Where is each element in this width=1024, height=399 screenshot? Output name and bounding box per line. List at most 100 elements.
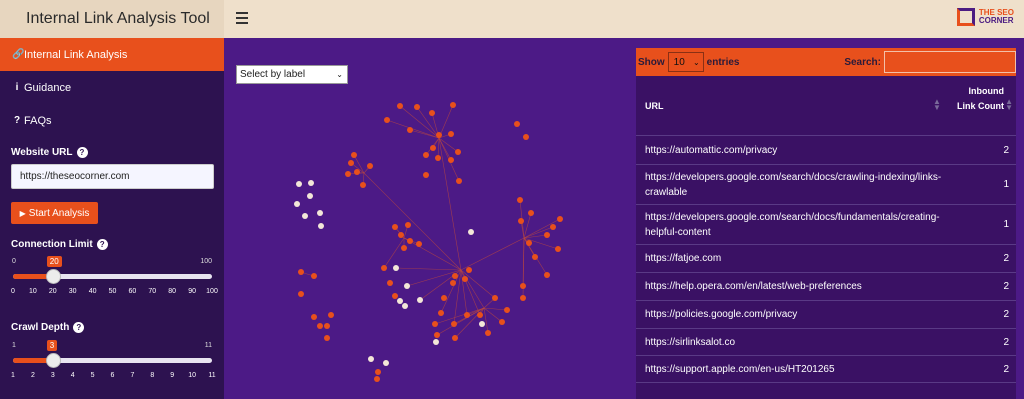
graph-node[interactable] bbox=[294, 201, 300, 207]
crawl-depth-slider[interactable]: 1 11 3 1 2 3 4 5 6 7 8 9 10 11 bbox=[11, 340, 216, 392]
table-row[interactable]: https://help.opera.com/en/latest/web-pre… bbox=[636, 273, 1016, 301]
graph-node[interactable] bbox=[456, 178, 462, 184]
help-icon[interactable]: ? bbox=[76, 147, 88, 158]
graph-node[interactable] bbox=[544, 272, 550, 278]
graph-node[interactable] bbox=[528, 210, 534, 216]
graph-node[interactable] bbox=[479, 321, 485, 327]
graph-node[interactable] bbox=[555, 246, 561, 252]
graph-node[interactable] bbox=[387, 280, 393, 286]
graph-node[interactable] bbox=[298, 291, 304, 297]
graph-node[interactable] bbox=[351, 152, 357, 158]
table-row[interactable]: https://automattic.com/privacy 2 bbox=[636, 136, 1016, 165]
graph-node[interactable] bbox=[477, 312, 483, 318]
graph-node[interactable] bbox=[433, 339, 439, 345]
graph-node[interactable] bbox=[407, 127, 413, 133]
graph-node[interactable] bbox=[354, 169, 360, 175]
graph-node[interactable] bbox=[517, 197, 523, 203]
table-row[interactable]: https://developers.google.com/search/doc… bbox=[636, 165, 1016, 205]
help-icon[interactable]: ? bbox=[73, 322, 85, 333]
table-row[interactable]: https://support.apple.com/en-us/HT201265… bbox=[636, 356, 1016, 383]
graph-node[interactable] bbox=[423, 172, 429, 178]
graph-node[interactable] bbox=[452, 335, 458, 341]
graph-node[interactable] bbox=[532, 254, 538, 260]
search-input[interactable] bbox=[884, 51, 1016, 73]
graph-node[interactable] bbox=[383, 360, 389, 366]
graph-node[interactable] bbox=[407, 238, 413, 244]
hamburger-icon[interactable] bbox=[236, 12, 248, 24]
graph-node[interactable] bbox=[434, 332, 440, 338]
graph-node[interactable] bbox=[468, 229, 474, 235]
network-graph[interactable] bbox=[224, 38, 636, 399]
graph-node[interactable] bbox=[374, 376, 380, 382]
graph-node[interactable] bbox=[450, 102, 456, 108]
graph-node[interactable] bbox=[402, 303, 408, 309]
graph-node[interactable] bbox=[308, 180, 314, 186]
graph-node[interactable] bbox=[520, 283, 526, 289]
graph-node[interactable] bbox=[401, 245, 407, 251]
graph-node[interactable] bbox=[441, 295, 447, 301]
sidebar-item-guidance[interactable]: i Guidance bbox=[0, 71, 224, 104]
graph-node[interactable] bbox=[518, 218, 524, 224]
graph-node[interactable] bbox=[514, 121, 520, 127]
graph-node[interactable] bbox=[557, 216, 563, 222]
graph-node[interactable] bbox=[432, 321, 438, 327]
graph-node[interactable] bbox=[360, 182, 366, 188]
graph-node[interactable] bbox=[466, 267, 472, 273]
graph-node[interactable] bbox=[430, 145, 436, 151]
graph-node[interactable] bbox=[414, 104, 420, 110]
graph-node[interactable] bbox=[435, 155, 441, 161]
graph-node[interactable] bbox=[416, 241, 422, 247]
graph-node[interactable] bbox=[397, 103, 403, 109]
graph-node[interactable] bbox=[448, 157, 454, 163]
sort-icon[interactable]: ▲ ▼ bbox=[1005, 98, 1013, 112]
select-by-label-dropdown[interactable]: Select by label ⌄ bbox=[236, 65, 348, 84]
graph-node[interactable] bbox=[398, 232, 404, 238]
graph-node[interactable] bbox=[367, 163, 373, 169]
graph-node[interactable] bbox=[462, 276, 468, 282]
graph-node[interactable] bbox=[393, 265, 399, 271]
graph-node[interactable] bbox=[438, 310, 444, 316]
table-row[interactable]: https://sirlinksalot.co 2 bbox=[636, 329, 1016, 356]
graph-node[interactable] bbox=[504, 307, 510, 313]
graph-node[interactable] bbox=[368, 356, 374, 362]
graph-node[interactable] bbox=[298, 269, 304, 275]
graph-node[interactable] bbox=[436, 132, 442, 138]
graph-node[interactable] bbox=[405, 222, 411, 228]
entries-select[interactable]: 10 ⌄ bbox=[667, 52, 704, 72]
graph-node[interactable] bbox=[451, 321, 457, 327]
graph-node[interactable] bbox=[392, 293, 398, 299]
graph-node[interactable] bbox=[452, 273, 458, 279]
graph-node[interactable] bbox=[417, 297, 423, 303]
graph-node[interactable] bbox=[311, 314, 317, 320]
graph-node[interactable] bbox=[296, 181, 302, 187]
graph-node[interactable] bbox=[384, 117, 390, 123]
graph-node[interactable] bbox=[317, 210, 323, 216]
graph-node[interactable] bbox=[381, 265, 387, 271]
help-icon[interactable]: ? bbox=[96, 239, 108, 250]
graph-node[interactable] bbox=[448, 131, 454, 137]
graph-node[interactable] bbox=[318, 223, 324, 229]
graph-node[interactable] bbox=[311, 273, 317, 279]
graph-node[interactable] bbox=[317, 323, 323, 329]
graph-node[interactable] bbox=[324, 335, 330, 341]
sidebar-item-internal-link-analysis[interactable]: 🔗 Internal Link Analysis bbox=[0, 38, 224, 71]
start-analysis-button[interactable]: ▶ Start Analysis bbox=[11, 202, 98, 224]
graph-node[interactable] bbox=[450, 280, 456, 286]
slider-handle[interactable] bbox=[45, 353, 61, 368]
graph-node[interactable] bbox=[397, 298, 403, 304]
table-row[interactable]: https://developers.google.com/search/doc… bbox=[636, 205, 1016, 245]
table-row[interactable]: https://policies.google.com/privacy 2 bbox=[636, 301, 1016, 329]
connection-limit-slider[interactable]: 0 100 20 0 10 20 30 40 50 60 70 80 90 100 bbox=[11, 256, 218, 308]
graph-node[interactable] bbox=[492, 295, 498, 301]
graph-node[interactable] bbox=[348, 160, 354, 166]
graph-node[interactable] bbox=[455, 149, 461, 155]
graph-node[interactable] bbox=[324, 323, 330, 329]
graph-node[interactable] bbox=[429, 110, 435, 116]
graph-node[interactable] bbox=[485, 330, 491, 336]
graph-node[interactable] bbox=[307, 193, 313, 199]
sort-icon[interactable]: ▲ ▼ bbox=[933, 98, 941, 112]
graph-node[interactable] bbox=[499, 319, 505, 325]
graph-node[interactable] bbox=[404, 283, 410, 289]
graph-node[interactable] bbox=[302, 213, 308, 219]
graph-node[interactable] bbox=[345, 171, 351, 177]
